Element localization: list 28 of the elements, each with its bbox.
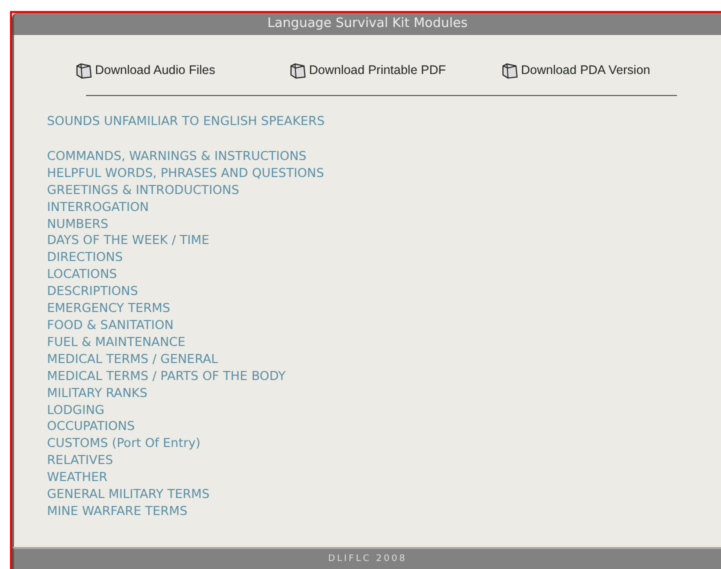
module-link[interactable]: MILITARY RANKS	[47, 384, 148, 402]
module-link[interactable]: DAYS OF THE WEEK / TIME	[47, 232, 210, 250]
module-link[interactable]: MEDICAL TERMS / GENERAL	[47, 350, 218, 368]
module-link[interactable]: WEATHER	[47, 469, 108, 486]
module-link[interactable]: MINE WARFARE TERMS	[47, 502, 188, 520]
module-link[interactable]: GREETINGS & INTRODUCTIONS	[47, 182, 240, 199]
download-link[interactable]: Download PDA Version	[501, 59, 650, 81]
module-link[interactable]: OCCUPATIONS	[47, 418, 135, 436]
module-link[interactable]: RELATIVES	[47, 452, 114, 470]
module-link[interactable]: CUSTOMS (Port Of Entry)	[47, 435, 200, 452]
footer-text: DLIFLC 2008	[12, 547, 721, 569]
module-link[interactable]: COMMANDS, WARNINGS & INSTRUCTIONS	[47, 148, 306, 165]
module-link[interactable]: LOCATIONS	[47, 266, 117, 284]
window-title: Language Survival Kit Modules	[12, 13, 721, 35]
module-link[interactable]: GENERAL MILITARY TERMS	[47, 486, 210, 503]
module-link[interactable]: NUMBERS	[47, 216, 108, 232]
module-link[interactable]: SOUNDS UNFAMILIAR TO ENGLISH SPEAKERS	[47, 113, 325, 130]
module-link[interactable]: EMERGENCY TERMS	[47, 300, 170, 317]
module-link[interactable]: FUEL & MAINTENANCE	[47, 334, 186, 351]
download-link[interactable]: Download Printable PDF	[289, 59, 501, 81]
module-link[interactable]: LODGING	[47, 402, 104, 418]
module-link[interactable]: FOOD & SANITATION	[47, 316, 174, 334]
module-link[interactable]: DIRECTIONS	[47, 249, 123, 266]
download-link[interactable]: Download Audio Files	[75, 59, 289, 81]
module-link[interactable]: INTERROGATION	[47, 198, 149, 216]
module-link[interactable]: MEDICAL TERMS / PARTS OF THE BODY	[47, 368, 286, 385]
module-link[interactable]: DESCRIPTIONS	[47, 283, 138, 300]
module-link[interactable]: HELPFUL WORDS, PHRASES AND QUESTIONS	[47, 164, 324, 182]
